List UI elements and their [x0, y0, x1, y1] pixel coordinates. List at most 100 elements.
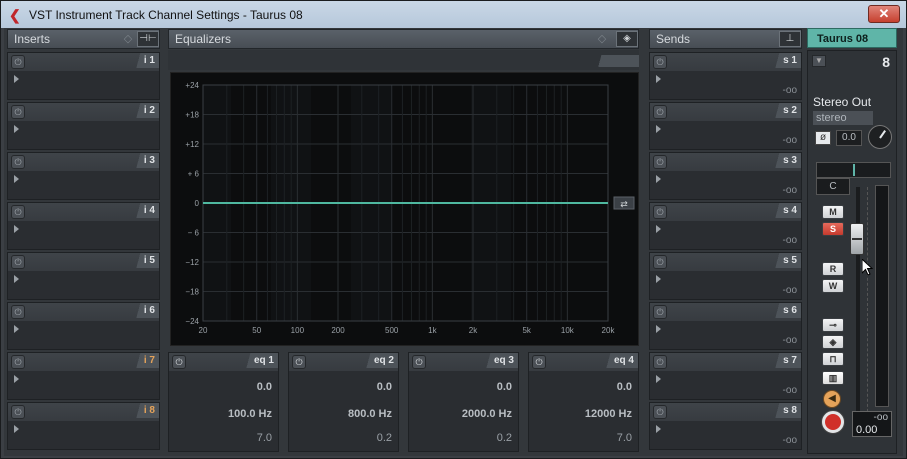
send-level-value[interactable]: -oo: [783, 335, 797, 346]
send-level-value[interactable]: -oo: [783, 235, 797, 246]
input-gain-value[interactable]: 0.0: [836, 130, 862, 146]
send-slot[interactable]: ⏻ s 5 -oo: [649, 252, 802, 300]
eq-gain-value[interactable]: 0.0: [617, 381, 632, 393]
insert-slot[interactable]: ⏻ i 2: [7, 102, 160, 150]
expand-triangle-icon[interactable]: [14, 75, 19, 83]
eq-frequency-value[interactable]: 100.0 Hz: [228, 408, 272, 420]
eq-frequency-value[interactable]: 800.0 Hz: [348, 408, 392, 420]
record-enable-button[interactable]: [821, 410, 845, 434]
power-icon[interactable]: ⏻: [653, 155, 667, 169]
pre-filter-icon[interactable]: ⊸: [822, 318, 844, 332]
expand-triangle-icon[interactable]: [14, 225, 19, 233]
mute-button[interactable]: M: [822, 205, 844, 219]
send-slot[interactable]: ⏻ s 3 -oo: [649, 152, 802, 200]
solo-button[interactable]: S: [822, 222, 844, 236]
expand-triangle-icon[interactable]: [14, 425, 19, 433]
send-level-value[interactable]: -oo: [783, 285, 797, 296]
output-mode[interactable]: stereo: [813, 111, 873, 125]
power-icon[interactable]: ⏻: [653, 355, 667, 369]
expand-triangle-icon[interactable]: [656, 75, 661, 83]
expand-triangle-icon[interactable]: [656, 425, 661, 433]
channel-name[interactable]: Taurus 08: [807, 28, 897, 48]
expand-triangle-icon[interactable]: [14, 125, 19, 133]
eq-frequency-value[interactable]: 2000.0 Hz: [462, 408, 512, 420]
keyboard-icon[interactable]: ▥: [822, 371, 844, 385]
close-button[interactable]: ✕: [868, 5, 900, 23]
write-automation-button[interactable]: W: [822, 279, 844, 293]
expand-triangle-icon[interactable]: [14, 175, 19, 183]
insert-slot[interactable]: ⏻ i 4: [7, 202, 160, 250]
eq-gain-value[interactable]: 0.0: [257, 381, 272, 393]
bypass-diamond-icon[interactable]: ◇: [121, 32, 135, 46]
expand-triangle-icon[interactable]: [656, 325, 661, 333]
volume-value[interactable]: 0.00: [856, 424, 877, 436]
read-automation-button[interactable]: R: [822, 262, 844, 276]
eq-toggle-icon[interactable]: ◈: [822, 335, 844, 349]
expand-triangle-icon[interactable]: [656, 375, 661, 383]
meter-peak-value[interactable]: -oo: [874, 412, 888, 423]
power-icon[interactable]: ⏻: [11, 305, 25, 319]
insert-slot[interactable]: ⏻ i 8: [7, 402, 160, 450]
power-icon[interactable]: ⏻: [11, 155, 25, 169]
pan-value[interactable]: C: [816, 178, 850, 195]
send-slot[interactable]: ⏻ s 8 -oo: [649, 402, 802, 450]
power-icon[interactable]: ⏻: [653, 405, 667, 419]
insert-slot[interactable]: ⏻ i 5: [7, 252, 160, 300]
eq-frequency-value[interactable]: 12000 Hz: [585, 408, 632, 420]
expand-triangle-icon[interactable]: [656, 275, 661, 283]
send-level-value[interactable]: -oo: [783, 85, 797, 96]
channel-strip-icon[interactable]: ⊓: [822, 352, 844, 366]
power-icon[interactable]: ⏻: [653, 305, 667, 319]
expand-triangle-icon[interactable]: [656, 175, 661, 183]
power-icon[interactable]: ⏻: [172, 355, 186, 369]
power-icon[interactable]: ⏻: [292, 355, 306, 369]
eq-q-value[interactable]: 7.0: [617, 432, 632, 444]
send-level-value[interactable]: -oo: [783, 385, 797, 396]
send-slot[interactable]: ⏻ s 4 -oo: [649, 202, 802, 250]
power-icon[interactable]: ⏻: [11, 355, 25, 369]
expand-triangle-icon[interactable]: [14, 275, 19, 283]
power-icon[interactable]: ⏻: [532, 355, 546, 369]
expand-triangle-icon[interactable]: [656, 225, 661, 233]
insert-slot[interactable]: ⏻ i 3: [7, 152, 160, 200]
expand-triangle-icon[interactable]: [14, 325, 19, 333]
pan-slider[interactable]: [816, 162, 891, 178]
send-level-value[interactable]: -oo: [783, 185, 797, 196]
expand-triangle-icon[interactable]: [656, 125, 661, 133]
insert-slot[interactable]: ⏻ i 7: [7, 352, 160, 400]
power-icon[interactable]: ⏻: [11, 55, 25, 69]
expand-triangle-icon[interactable]: [14, 375, 19, 383]
monitor-speaker-icon[interactable]: ◀: [823, 390, 841, 408]
volume-fader-handle[interactable]: [850, 223, 864, 255]
title-bar[interactable]: ❮ VST Instrument Track Channel Settings …: [1, 1, 906, 28]
eq-q-value[interactable]: 0.2: [377, 432, 392, 444]
eq-preset-tab[interactable]: [589, 55, 639, 67]
send-slot[interactable]: ⏻ s 7 -oo: [649, 352, 802, 400]
send-level-value[interactable]: -oo: [783, 135, 797, 146]
eq-bypass-diamond-icon[interactable]: ◇: [595, 32, 609, 46]
phase-invert-button[interactable]: ø: [815, 131, 831, 145]
power-icon[interactable]: ⏻: [653, 205, 667, 219]
eq-curve-button[interactable]: ◈: [616, 31, 638, 47]
strip-menu-button[interactable]: ▼: [812, 55, 826, 67]
power-icon[interactable]: ⏻: [11, 405, 25, 419]
eq-q-value[interactable]: 0.2: [497, 432, 512, 444]
power-icon[interactable]: ⏻: [653, 255, 667, 269]
inserts-settings-button[interactable]: ⊣⊢: [137, 31, 159, 47]
eq-curve-display[interactable]: +24 +18 +12 + 6 0 − 6 −12 −18 −24 20 50 100 200 500 1k…: [170, 72, 639, 346]
insert-slot[interactable]: ⏻ i 6: [7, 302, 160, 350]
power-icon[interactable]: ⏻: [11, 255, 25, 269]
gain-knob[interactable]: [868, 125, 892, 149]
eq-gain-value[interactable]: 0.0: [377, 381, 392, 393]
power-icon[interactable]: ⏻: [11, 105, 25, 119]
power-icon[interactable]: ⏻: [653, 55, 667, 69]
power-icon[interactable]: ⏻: [11, 205, 25, 219]
send-level-value[interactable]: -oo: [783, 435, 797, 446]
power-icon[interactable]: ⏻: [653, 105, 667, 119]
send-slot[interactable]: ⏻ s 2 -oo: [649, 102, 802, 150]
eq-gain-value[interactable]: 0.0: [497, 381, 512, 393]
send-slot[interactable]: ⏻ s 6 -oo: [649, 302, 802, 350]
insert-slot[interactable]: ⏻ i 1: [7, 52, 160, 100]
power-icon[interactable]: ⏻: [412, 355, 426, 369]
eq-q-value[interactable]: 7.0: [257, 432, 272, 444]
